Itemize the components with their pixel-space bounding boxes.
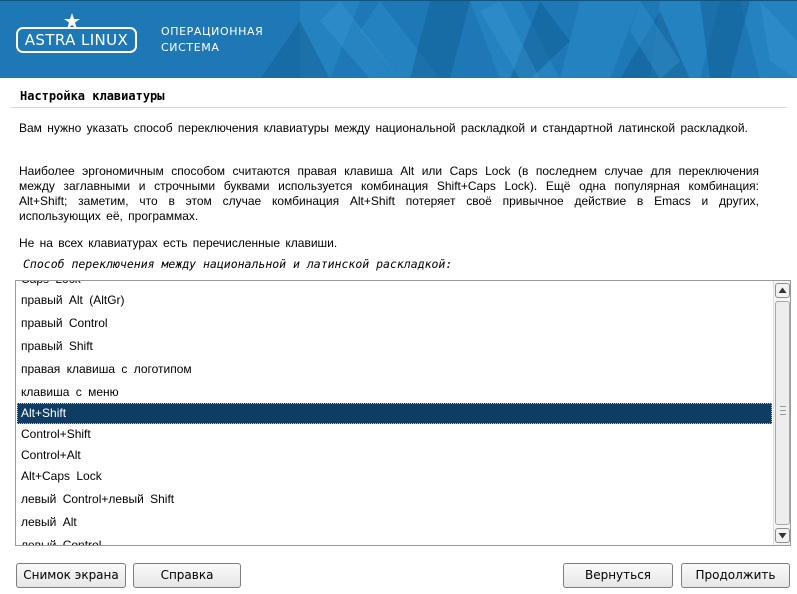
- os-title: ОПЕРАЦИОННАЯ СИСТЕМА: [161, 24, 263, 56]
- screenshot-button[interactable]: Снимок экрана: [16, 563, 126, 588]
- grip-icon: [780, 406, 786, 415]
- scroll-down-button[interactable]: [775, 528, 790, 543]
- list-item-menu-key[interactable]: клавиша с меню: [17, 381, 772, 403]
- logo-text: ASTRA LINUX: [24, 31, 129, 49]
- star-icon: [64, 13, 80, 29]
- list-item-control-alt[interactable]: Control+Alt: [17, 444, 772, 466]
- astra-linux-logo: ASTRA LINUX: [16, 27, 137, 53]
- list-item-control-shift[interactable]: Control+Shift: [17, 423, 772, 445]
- list-item-right-shift[interactable]: правый Shift: [17, 335, 772, 357]
- description-paragraph-2: Наиболее эргономичным способом считаются…: [19, 164, 759, 223]
- list-item-left-control-left-shift[interactable]: левый Control+левый Shift: [17, 488, 772, 510]
- description-paragraph-1: Вам нужно указать способ переключения кл…: [19, 121, 748, 135]
- list-viewport: Caps Lock правый Alt (AltGr) правый Cont…: [17, 281, 772, 545]
- question-prompt: Способ переключения между национальной и…: [23, 257, 453, 271]
- list-item-left-alt[interactable]: левый Alt: [17, 511, 772, 533]
- list-item-alt-caps-lock[interactable]: Alt+Caps Lock: [17, 465, 772, 487]
- list-item-right-control[interactable]: правый Control: [17, 312, 772, 334]
- description-paragraph-3: Не на всех клавиатурах есть перечисленны…: [19, 236, 338, 250]
- scroll-up-button[interactable]: [775, 283, 790, 298]
- back-button[interactable]: Вернуться: [563, 563, 673, 588]
- list-scrollbar[interactable]: [773, 281, 790, 545]
- installer-window: ASTRA LINUX ОПЕРАЦИОННАЯ СИСТЕМА Настрой…: [0, 0, 797, 594]
- banner: ASTRA LINUX ОПЕРАЦИОННАЯ СИСТЕМА: [0, 0, 797, 78]
- arrow-down-icon: [778, 533, 787, 539]
- switch-method-list[interactable]: Caps Lock правый Alt (AltGr) правый Cont…: [15, 280, 791, 546]
- os-title-line1: ОПЕРАЦИОННАЯ: [161, 25, 264, 38]
- os-title-line2: СИСТЕМА: [161, 41, 220, 54]
- list-item-right-logo-key[interactable]: правая клавиша с логотипом: [17, 358, 772, 380]
- scroll-thumb[interactable]: [775, 301, 790, 525]
- list-item-right-alt[interactable]: правый Alt (AltGr): [17, 289, 772, 311]
- continue-button[interactable]: Продолжить: [681, 563, 790, 588]
- help-button[interactable]: Справка: [133, 563, 241, 588]
- page-title: Настройка клавиатуры: [11, 84, 787, 108]
- arrow-up-icon: [778, 287, 787, 293]
- list-item-left-control[interactable]: левый Control: [17, 534, 772, 545]
- list-item-alt-shift[interactable]: Alt+Shift: [17, 403, 772, 424]
